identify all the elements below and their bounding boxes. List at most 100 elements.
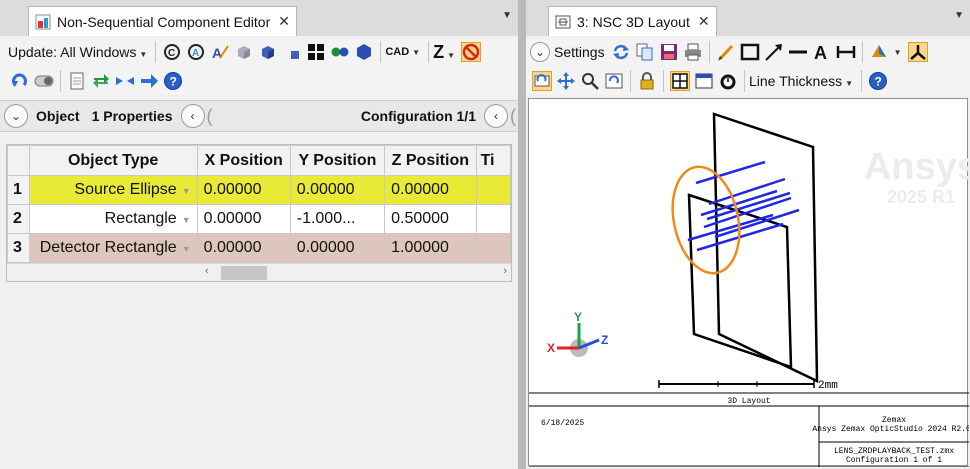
x-position-cell[interactable]: 0.00000 bbox=[196, 204, 291, 234]
chevron-down-icon[interactable]: ▼ bbox=[894, 48, 902, 57]
cube-small-icon[interactable] bbox=[282, 42, 302, 62]
column-header-y-position[interactable]: Y Position bbox=[289, 145, 386, 176]
dots-icon[interactable] bbox=[330, 42, 350, 62]
expand-toggle-button[interactable]: ⌄ bbox=[4, 104, 28, 128]
object-type-cell[interactable]: Rectangle ▼ bbox=[28, 204, 198, 234]
window-icon[interactable] bbox=[694, 71, 714, 91]
chevron-down-icon: ⌄ bbox=[10, 109, 22, 123]
scroll-left-icon[interactable]: ‹ bbox=[205, 265, 209, 277]
prev-config-button[interactable]: ‹ bbox=[484, 104, 508, 128]
tab-3d-layout[interactable]: 3: NSC 3D Layout ✕ bbox=[548, 6, 717, 36]
toggle-icon[interactable] bbox=[34, 71, 54, 91]
collapse-arrows-icon[interactable] bbox=[115, 71, 135, 91]
swap-arrows-icon[interactable] bbox=[91, 71, 111, 91]
tilt-cell[interactable] bbox=[475, 233, 511, 263]
left-tabstrip: Non-Sequential Component Editor ✕ ▼ bbox=[0, 0, 518, 36]
y-position-cell[interactable]: 0.00000 bbox=[289, 175, 386, 205]
z-position-cell[interactable]: 0.50000 bbox=[384, 204, 477, 234]
table-row[interactable]: 2 Rectangle ▼ 0.00000 -1.000... 0.50000 bbox=[7, 204, 511, 234]
prev-object-button[interactable]: ‹ bbox=[180, 104, 205, 128]
layout-plot[interactable]: Ansys 2025 R1 Y X Z 2mm 3D Layout 6/18/2… bbox=[528, 98, 969, 467]
column-header-x-position[interactable]: X Position bbox=[196, 145, 291, 176]
text-a-icon[interactable]: A bbox=[812, 42, 832, 62]
column-header-z-position[interactable]: Z Position bbox=[384, 145, 477, 176]
tilt-cell[interactable] bbox=[475, 175, 511, 205]
zoom-icon[interactable] bbox=[580, 71, 600, 91]
dimension-icon[interactable] bbox=[836, 42, 856, 62]
arrow-right-icon[interactable] bbox=[139, 71, 159, 91]
reload-c-icon[interactable]: C bbox=[162, 42, 182, 62]
settings-button[interactable]: Settings bbox=[554, 44, 605, 60]
help-icon[interactable]: ? bbox=[868, 71, 888, 91]
help-icon[interactable]: ? bbox=[163, 71, 183, 91]
save-image-icon[interactable] bbox=[659, 42, 679, 62]
no-entry-icon[interactable] bbox=[461, 42, 482, 62]
z-position-cell[interactable]: 0.00000 bbox=[384, 175, 477, 205]
document-icon[interactable] bbox=[67, 71, 87, 91]
chevron-down-icon[interactable]: ▼ bbox=[182, 186, 191, 196]
line-icon[interactable] bbox=[788, 42, 808, 62]
close-icon[interactable]: ✕ bbox=[278, 13, 290, 30]
z-dropdown[interactable]: Z ▼ bbox=[433, 42, 455, 63]
layout-drawing[interactable]: Ansys 2025 R1 Y X Z 2mm 3D Layout 6/18/2… bbox=[529, 99, 969, 467]
column-header-tilt[interactable]: Ti bbox=[475, 145, 511, 176]
arrow-line-icon[interactable] bbox=[764, 42, 784, 62]
object-type-cell[interactable]: Detector Rectangle ▼ bbox=[28, 233, 198, 263]
cad-dropdown[interactable]: CAD ▼ bbox=[385, 46, 420, 58]
grid-icon[interactable] bbox=[306, 42, 326, 62]
x-position-cell[interactable]: 0.00000 bbox=[196, 233, 291, 263]
scroll-right-icon[interactable]: › bbox=[503, 265, 507, 277]
detector-rectangle[interactable] bbox=[712, 112, 819, 384]
rectangle-icon[interactable] bbox=[740, 42, 760, 62]
chevron-down-icon[interactable]: ▼ bbox=[182, 215, 191, 225]
z-position-cell[interactable]: 1.00000 bbox=[384, 233, 477, 263]
toolbar-separator bbox=[428, 41, 430, 63]
copy-icon[interactable] bbox=[635, 42, 655, 62]
source-ellipse[interactable] bbox=[663, 161, 748, 280]
table-row[interactable]: 1 Source Ellipse ▼ 0.00000 0.00000 0.0000… bbox=[7, 175, 511, 205]
reset-view-icon[interactable] bbox=[604, 71, 624, 91]
table-row[interactable]: 3 Detector Rectangle ▼ 0.00000 0.00000 1.… bbox=[7, 233, 511, 263]
y-position-cell[interactable]: 0.00000 bbox=[289, 233, 386, 263]
title-block: 3D Layout 6/18/2025 Zemax Ansys Zemax Op… bbox=[529, 392, 969, 467]
object-edit-icon[interactable]: A bbox=[210, 42, 230, 62]
print-icon[interactable] bbox=[683, 42, 703, 62]
cube-blue-icon[interactable] bbox=[258, 42, 278, 62]
properties-label[interactable]: 1 Properties bbox=[92, 108, 173, 124]
reload-a-icon[interactable]: A bbox=[186, 42, 206, 62]
timer-icon[interactable] bbox=[718, 71, 738, 91]
scrollbar-thumb[interactable] bbox=[221, 266, 267, 280]
y-position-cell[interactable]: -1.000... bbox=[289, 204, 386, 234]
lock-icon[interactable] bbox=[637, 71, 657, 91]
rectangle-object[interactable] bbox=[687, 193, 793, 369]
tab-component-editor[interactable]: Non-Sequential Component Editor ✕ bbox=[28, 6, 297, 36]
svg-text:C: C bbox=[168, 48, 175, 59]
settings-toggle-button[interactable]: ⌄ bbox=[530, 42, 550, 62]
line-thickness-dropdown[interactable]: Line Thickness ▼ bbox=[749, 73, 853, 89]
update-dropdown[interactable]: Update: All Windows ▼ bbox=[8, 44, 147, 60]
cube-gray-icon[interactable] bbox=[234, 42, 254, 62]
pan-icon[interactable] bbox=[556, 71, 576, 91]
column-header-object-type[interactable]: Object Type bbox=[28, 145, 198, 176]
row-number[interactable]: 3 bbox=[7, 233, 30, 263]
layout-split-icon[interactable] bbox=[670, 71, 690, 91]
pencil-icon[interactable] bbox=[716, 42, 736, 62]
svg-text:?: ? bbox=[170, 75, 177, 89]
rotate-mode-icon[interactable] bbox=[532, 71, 552, 91]
close-icon[interactable]: ✕ bbox=[698, 13, 710, 30]
tilt-cell[interactable] bbox=[475, 204, 511, 234]
object-type-cell[interactable]: Source Ellipse ▼ bbox=[28, 175, 198, 205]
pane-splitter[interactable] bbox=[518, 0, 526, 469]
horizontal-scrollbar[interactable]: ‹ › bbox=[7, 263, 511, 281]
row-number[interactable]: 2 bbox=[7, 204, 30, 234]
hexagon-icon[interactable] bbox=[354, 42, 374, 62]
refresh-icon[interactable] bbox=[611, 42, 631, 62]
chevron-down-icon[interactable]: ▼ bbox=[182, 244, 191, 254]
pane-menu-icon[interactable]: ▼ bbox=[502, 10, 512, 21]
rotate-view-icon[interactable] bbox=[869, 42, 889, 62]
axes-icon[interactable] bbox=[907, 42, 928, 62]
row-number[interactable]: 1 bbox=[7, 175, 30, 205]
pane-menu-icon[interactable]: ▼ bbox=[954, 10, 964, 21]
undo-arrow-icon[interactable] bbox=[10, 71, 30, 91]
x-position-cell[interactable]: 0.00000 bbox=[196, 175, 291, 205]
